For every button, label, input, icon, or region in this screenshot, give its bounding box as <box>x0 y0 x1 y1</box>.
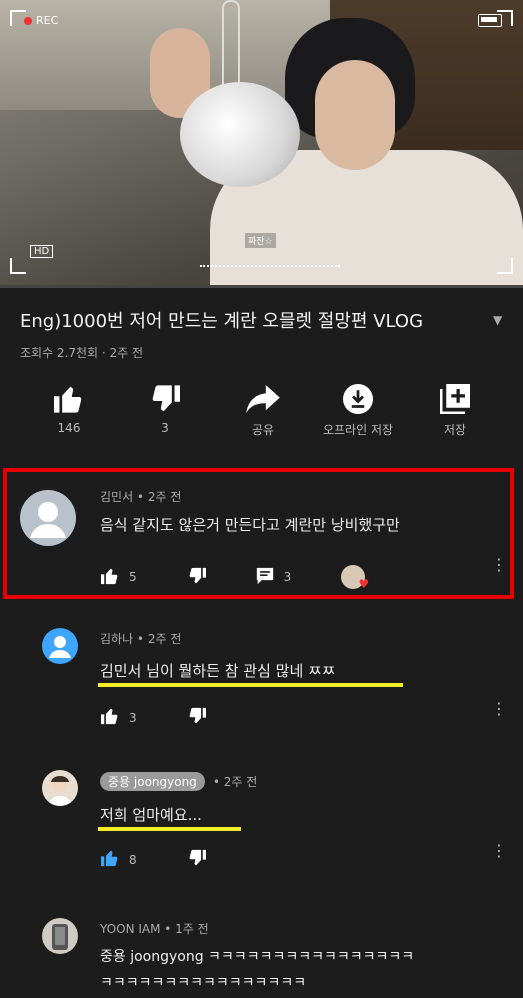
comment-actions: 3 <box>100 707 207 728</box>
comment-item: 김하나 • 2주 전 김민서 님이 뭘하든 참 관심 많네 ㅉㅉ 3 ⋮ <box>0 620 523 730</box>
hd-badge: HD <box>30 245 54 258</box>
download-icon <box>313 383 403 415</box>
comment-text: 저희 엄마예요... <box>100 806 202 824</box>
comment-like-count: 8 <box>129 852 137 867</box>
comment-text: 음식 같지도 않은거 만든다고 계란만 낭비했구만 <box>100 516 400 534</box>
bowl <box>180 82 300 187</box>
comment-item: YOON IAM • 1주 전 중용 joongyong ㅋㅋㅋㅋㅋㅋㅋㅋㅋㅋㅋ… <box>0 908 523 998</box>
battery-icon <box>478 14 502 27</box>
dislike-button[interactable]: 3 <box>120 383 210 435</box>
frame-corner <box>497 258 513 274</box>
comment-item: 김민서 • 2주 전 음식 같지도 않은거 만든다고 계란만 낭비했구만 5 3… <box>0 478 523 593</box>
expand-description-icon[interactable]: ▼ <box>493 313 502 327</box>
reply-icon[interactable] <box>255 567 275 588</box>
comment-text: 중용 joongyong ㅋㅋㅋㅋㅋㅋㅋㅋㅋㅋㅋㅋㅋㅋㅋㅋ <box>100 949 415 965</box>
rec-indicator: REC <box>24 14 58 27</box>
action-bar: 146 3 공유 오프라인 저장 저장 <box>0 383 523 443</box>
more-options-icon[interactable]: ⋮ <box>491 557 507 573</box>
frame-corner <box>10 258 26 274</box>
video-meta: 조회수 2.7천회 · 2주 전 <box>20 346 144 360</box>
creator-badge[interactable]: 중용 joongyong <box>100 772 205 791</box>
video-caption: 짜잔☆ <box>245 233 276 248</box>
dislike-comment-icon[interactable] <box>187 707 207 728</box>
comment-actions: 8 <box>100 849 207 870</box>
save-label: 저장 <box>443 423 467 437</box>
comment-actions: 5 3 ♥ <box>100 565 369 591</box>
video-player[interactable]: REC HD 짜잔☆ <box>0 0 523 288</box>
more-options-icon[interactable]: ⋮ <box>491 843 507 859</box>
yellow-underline <box>98 827 241 831</box>
offline-save-button[interactable]: 오프라인 저장 <box>313 383 403 438</box>
comment-time: • 2주 전 <box>212 775 258 789</box>
avatar[interactable] <box>42 770 78 806</box>
dislike-count: 3 <box>161 421 169 435</box>
rec-dot-icon <box>24 16 32 25</box>
save-button[interactable]: 저장 <box>410 383 500 438</box>
like-comment-icon[interactable] <box>100 707 120 728</box>
comment-text: 김민서 님이 뭘하든 참 관심 많네 ㅉㅉ <box>100 662 336 680</box>
comment-author[interactable]: YOON IAM • 1주 전 <box>100 920 209 937</box>
video-title[interactable]: Eng)1000번 저어 만드는 계란 오믈렛 절망편 VLOG <box>20 307 490 333</box>
comment-author[interactable]: 김민서 • 2주 전 <box>100 488 181 505</box>
person-face <box>315 60 395 170</box>
dislike-comment-icon[interactable] <box>187 849 207 870</box>
scrub-marks <box>200 265 340 269</box>
like-button[interactable]: 146 <box>24 383 114 435</box>
progress-bar[interactable] <box>0 285 523 288</box>
comment-author[interactable]: 중용 joongyong • 2주 전 <box>100 772 257 791</box>
share-button[interactable]: 공유 <box>218 383 308 438</box>
offline-save-label: 오프라인 저장 <box>322 423 394 437</box>
share-label: 공유 <box>251 423 275 437</box>
comment-item: 중용 joongyong • 2주 전 저희 엄마예요... 8 ⋮ <box>0 760 523 880</box>
avatar[interactable] <box>42 628 78 664</box>
comment-like-count: 5 <box>129 570 137 584</box>
like-comment-icon[interactable] <box>100 849 120 870</box>
like-count: 146 <box>57 421 81 435</box>
comment-like-count: 3 <box>129 710 137 725</box>
like-comment-icon[interactable] <box>100 567 120 588</box>
reply-count: 3 <box>283 570 292 584</box>
more-options-icon[interactable]: ⋮ <box>491 701 507 717</box>
share-icon <box>218 383 308 415</box>
comment-text-continued: ㅋㅋㅋㅋㅋㅋㅋㅋㅋㅋㅋㅋㅋㅋㅋㅋ <box>100 975 307 991</box>
comment-author[interactable]: 김하나 • 2주 전 <box>100 630 181 647</box>
thumbs-down-icon <box>120 383 210 415</box>
thumbs-up-icon <box>24 383 114 415</box>
creator-heart-icon: ♥ <box>341 565 369 591</box>
rec-label: REC <box>36 14 59 27</box>
dislike-comment-icon[interactable] <box>187 567 207 588</box>
avatar[interactable] <box>42 918 78 954</box>
add-to-playlist-icon <box>410 383 500 415</box>
default-avatar-icon[interactable] <box>20 490 76 546</box>
yellow-underline <box>98 683 403 687</box>
